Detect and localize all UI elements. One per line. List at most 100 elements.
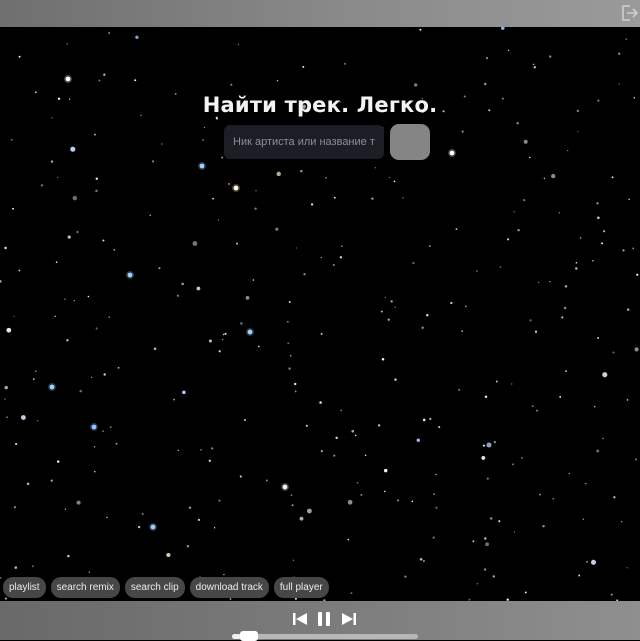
star bbox=[37, 420, 39, 422]
star bbox=[102, 430, 105, 433]
star bbox=[90, 376, 93, 379]
star bbox=[476, 270, 478, 272]
star bbox=[56, 460, 60, 463]
star bbox=[303, 273, 306, 276]
star bbox=[524, 591, 527, 594]
star bbox=[523, 199, 526, 202]
full-player-button[interactable]: full player bbox=[273, 577, 329, 598]
star bbox=[6, 416, 8, 419]
star bbox=[254, 207, 257, 210]
star bbox=[333, 196, 336, 199]
star bbox=[377, 424, 381, 427]
star bbox=[217, 219, 220, 221]
star bbox=[461, 330, 464, 333]
star bbox=[402, 197, 404, 199]
star bbox=[94, 133, 96, 136]
star bbox=[517, 228, 520, 232]
star bbox=[177, 449, 180, 452]
logout-icon[interactable] bbox=[619, 3, 639, 23]
search-clip-button[interactable]: search clip bbox=[124, 577, 185, 598]
search-remix-button[interactable]: search remix bbox=[50, 577, 120, 598]
star bbox=[149, 214, 151, 216]
star bbox=[54, 315, 56, 318]
star bbox=[115, 442, 118, 445]
star bbox=[523, 139, 528, 144]
star bbox=[394, 306, 396, 308]
star bbox=[563, 306, 567, 310]
star bbox=[6, 327, 12, 333]
star bbox=[551, 173, 556, 179]
star bbox=[543, 177, 546, 179]
star bbox=[76, 230, 79, 234]
star bbox=[450, 301, 453, 305]
star bbox=[618, 83, 620, 85]
star bbox=[486, 442, 492, 448]
star bbox=[513, 531, 516, 533]
star bbox=[564, 285, 568, 288]
star bbox=[320, 256, 323, 259]
star bbox=[188, 506, 192, 509]
star bbox=[354, 434, 357, 437]
star bbox=[371, 197, 374, 200]
star bbox=[419, 28, 422, 31]
star bbox=[539, 493, 541, 496]
star bbox=[302, 65, 305, 68]
star bbox=[510, 383, 513, 385]
star bbox=[364, 454, 367, 456]
star bbox=[489, 517, 493, 520]
star bbox=[350, 592, 353, 595]
star bbox=[426, 313, 429, 317]
page-title: Найти трек. Легко. bbox=[202, 93, 438, 117]
star bbox=[388, 176, 390, 179]
star bbox=[498, 520, 501, 523]
star bbox=[293, 382, 297, 386]
star bbox=[387, 318, 390, 321]
star bbox=[529, 319, 532, 322]
star bbox=[229, 598, 232, 600]
star bbox=[287, 342, 290, 345]
star bbox=[275, 227, 279, 231]
previous-track-icon[interactable] bbox=[291, 610, 309, 628]
star bbox=[288, 367, 291, 370]
star bbox=[622, 249, 625, 252]
progress-bar[interactable] bbox=[232, 631, 418, 641]
star bbox=[344, 63, 346, 65]
star bbox=[292, 559, 295, 561]
star bbox=[290, 494, 293, 497]
star bbox=[212, 197, 214, 200]
star bbox=[351, 429, 354, 433]
star bbox=[393, 180, 396, 183]
star bbox=[192, 241, 198, 246]
action-buttons: playlist search remix search clip downlo… bbox=[3, 577, 329, 598]
star bbox=[340, 409, 343, 412]
star bbox=[223, 573, 225, 576]
star bbox=[596, 449, 600, 453]
star bbox=[211, 447, 214, 450]
star bbox=[91, 424, 97, 430]
star bbox=[51, 117, 53, 119]
star bbox=[182, 390, 186, 395]
search-button[interactable] bbox=[390, 124, 430, 160]
star bbox=[320, 450, 323, 453]
star bbox=[565, 370, 567, 373]
star bbox=[558, 212, 561, 214]
star bbox=[632, 247, 635, 250]
star bbox=[590, 559, 597, 565]
star bbox=[196, 286, 201, 291]
star bbox=[486, 477, 489, 480]
pause-icon[interactable] bbox=[315, 610, 333, 628]
next-track-icon[interactable] bbox=[340, 610, 358, 628]
star bbox=[568, 472, 571, 475]
star bbox=[625, 38, 627, 40]
star bbox=[636, 273, 639, 276]
star bbox=[394, 378, 397, 381]
star bbox=[310, 203, 314, 206]
star bbox=[252, 279, 255, 281]
search-input[interactable] bbox=[224, 125, 384, 159]
playlist-button[interactable]: playlist bbox=[3, 577, 46, 598]
star bbox=[325, 176, 327, 179]
download-track-button[interactable]: download track bbox=[189, 577, 269, 598]
star bbox=[13, 506, 16, 509]
star bbox=[160, 143, 163, 145]
star bbox=[383, 490, 386, 493]
